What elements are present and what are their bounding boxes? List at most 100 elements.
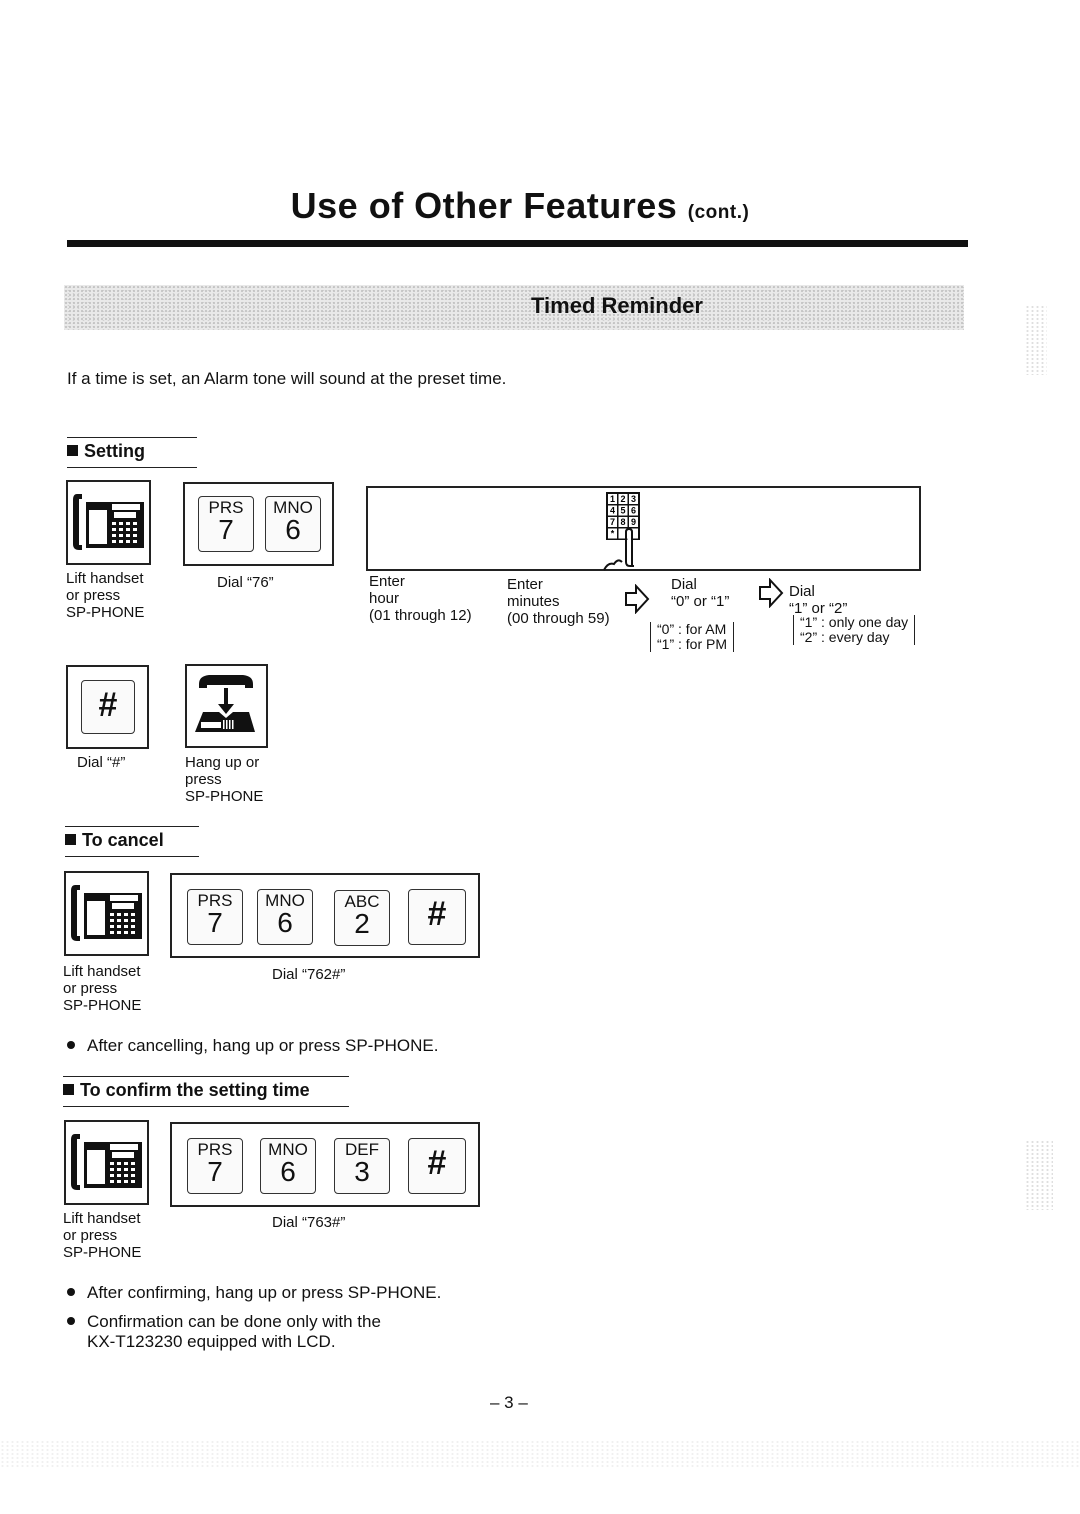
- caption-line: SP-PHONE: [66, 604, 145, 621]
- hang-up-icon-box: [185, 664, 268, 748]
- phone-handset-icon: [71, 885, 142, 941]
- key-digit: 7: [218, 514, 234, 545]
- option-line: “2” : every day: [800, 629, 890, 645]
- key-digit: 7: [207, 1156, 223, 1187]
- key-3[interactable]: DEF 3: [334, 1138, 390, 1194]
- note-text: After confirming, hang up or press SP-PH…: [87, 1283, 442, 1302]
- title-rule: [67, 240, 968, 247]
- dial-76-box: PRS 7 MNO 6: [183, 482, 334, 566]
- scan-artifact: [1025, 1140, 1053, 1210]
- caption-line: Dial: [671, 576, 697, 593]
- lift-handset-caption: Lift handset or press SP-PHONE: [66, 570, 144, 621]
- arrow-right-icon: [625, 584, 650, 614]
- option-line: “1” : for PM: [657, 636, 728, 652]
- key-7[interactable]: PRS 7: [187, 889, 243, 945]
- confirm-note-continued: KX-T123230 equipped with LCD.: [87, 1332, 336, 1351]
- key-digit: 2: [354, 908, 370, 939]
- arrow-right-icon: [759, 578, 784, 608]
- caption-line: Hang up or: [185, 754, 260, 771]
- caption-line: minutes: [507, 593, 560, 610]
- square-bullet-icon: [67, 445, 78, 456]
- key-digit: 6: [277, 907, 293, 938]
- keypad-press-icon: 1 2 3 4 5 6 7 8 9 *: [596, 492, 652, 576]
- key-7[interactable]: PRS 7: [198, 496, 254, 552]
- svg-text:1: 1: [610, 494, 615, 504]
- svg-text:3: 3: [631, 494, 636, 504]
- caption-line: Lift handset: [63, 1210, 141, 1227]
- ampm-options: “0” : for AM “1” : for PM: [650, 621, 735, 652]
- svg-text:4: 4: [610, 506, 615, 516]
- confirm-note: Confirmation can be done only with the: [67, 1312, 381, 1332]
- square-bullet-icon: [65, 834, 76, 845]
- phone-handset-icon: [73, 494, 144, 550]
- cancel-note: After cancelling, hang up or press SP-PH…: [67, 1036, 439, 1056]
- caption-line: or press: [63, 980, 118, 997]
- confirm-heading-text: To confirm the setting time: [80, 1080, 310, 1100]
- caption-line: Lift handset: [66, 570, 144, 587]
- note-text: After cancelling, hang up or press SP-PH…: [87, 1036, 439, 1055]
- days-options: “1” : only one day “2” : every day: [793, 615, 916, 645]
- key-7[interactable]: PRS 7: [187, 1138, 243, 1194]
- confirm-heading: To confirm the setting time: [63, 1076, 349, 1107]
- svg-text:5: 5: [620, 506, 625, 516]
- caption-line: (00 through 59): [507, 610, 610, 627]
- svg-text:9: 9: [631, 517, 636, 527]
- svg-text:2: 2: [620, 494, 625, 504]
- square-bullet-icon: [63, 1084, 74, 1095]
- key-digit: 6: [285, 514, 301, 545]
- setting-heading: Setting: [67, 437, 197, 468]
- bullet-icon: [67, 1317, 75, 1325]
- cancel-heading-text: To cancel: [82, 830, 164, 850]
- key-hash[interactable]: #: [408, 1138, 466, 1194]
- caption-line: Dial: [789, 583, 815, 600]
- caption-line: SP-PHONE: [185, 788, 264, 805]
- option-line: “0” : for AM: [657, 621, 727, 637]
- svg-text:8: 8: [620, 517, 625, 527]
- key-digit: 7: [207, 907, 223, 938]
- enter-minutes-caption: Enter minutes (00 through 59): [507, 576, 610, 627]
- caption-line: SP-PHONE: [63, 997, 142, 1014]
- key-hash[interactable]: #: [81, 680, 135, 734]
- key-6[interactable]: MNO 6: [265, 496, 321, 552]
- key-6[interactable]: MNO 6: [260, 1138, 316, 1194]
- caption-line: Enter: [369, 573, 405, 590]
- svg-text:*: *: [611, 529, 615, 539]
- cancel-heading: To cancel: [65, 826, 199, 857]
- dial-762-box: PRS 7 MNO 6 ABC 2 #: [170, 873, 480, 958]
- dial-ampm-caption: Dial “0” or “1”: [671, 576, 729, 610]
- key-hash[interactable]: #: [408, 889, 466, 945]
- section-title: Timed Reminder: [531, 293, 703, 318]
- key-2[interactable]: ABC 2: [334, 890, 390, 946]
- lift-handset-icon-box: [64, 1120, 149, 1205]
- dial-763-caption: Dial “763#”: [272, 1214, 346, 1231]
- lift-handset-icon-box: [66, 480, 151, 565]
- caption-line: SP-PHONE: [63, 1244, 142, 1261]
- caption-line: or press: [63, 1227, 118, 1244]
- caption-line: or press: [66, 587, 121, 604]
- dial-762-caption: Dial “762#”: [272, 966, 346, 983]
- key-6[interactable]: MNO 6: [257, 889, 313, 945]
- confirm-note: After confirming, hang up or press SP-PH…: [67, 1283, 441, 1303]
- page-title-text: Use of Other Features: [290, 185, 678, 226]
- page-number: – 3 –: [490, 1393, 528, 1412]
- setting-heading-text: Setting: [84, 441, 145, 461]
- hang-up-caption: Hang up or press SP-PHONE: [185, 754, 263, 805]
- bullet-icon: [67, 1288, 75, 1296]
- caption-line: press: [185, 771, 222, 788]
- bullet-icon: [67, 1041, 75, 1049]
- page-title: Use of Other Features (cont.): [0, 185, 1040, 227]
- lift-handset-caption: Lift handset or press SP-PHONE: [63, 1210, 141, 1261]
- caption-line: “0” or “1”: [671, 593, 730, 610]
- svg-text:6: 6: [631, 506, 636, 516]
- svg-text:7: 7: [610, 517, 615, 527]
- caption-line: (01 through 12): [369, 607, 472, 624]
- lift-handset-caption: Lift handset or press SP-PHONE: [63, 963, 141, 1014]
- hang-up-icon: [195, 675, 255, 732]
- keypad-icon: 1 2 3 4 5 6 7 8 9 *: [603, 492, 640, 571]
- scan-artifact: [1025, 305, 1047, 375]
- dial-76-caption: Dial “76”: [217, 574, 274, 591]
- intro-text: If a time is set, an Alarm tone will sou…: [67, 369, 507, 388]
- caption-line: hour: [369, 590, 400, 607]
- caption-line: Enter: [507, 576, 543, 593]
- scan-artifact: [0, 1440, 1080, 1468]
